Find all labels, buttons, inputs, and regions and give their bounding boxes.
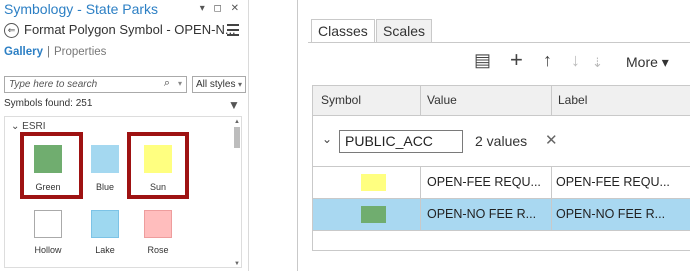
classes-grid: Symbol Value Label ⌄ PUBLIC_ACC 2 values… [312, 85, 690, 251]
move-down-icon[interactable]: ↓ [571, 50, 580, 71]
scroll-up-icon[interactable]: ▲ [233, 119, 241, 126]
search-input[interactable]: Type here to search ⌕ ▾ [4, 76, 187, 93]
tab-scales[interactable]: Scales [376, 19, 433, 43]
symbol-swatch-rose[interactable] [144, 210, 172, 238]
symbol-swatch-lake[interactable] [91, 210, 119, 238]
cell-divider [551, 167, 552, 198]
filter-icon[interactable]: ▼ [228, 98, 240, 112]
class-value[interactable]: OPEN-NO FEE R... [427, 207, 536, 221]
remove-field-icon[interactable]: ✕ [545, 131, 558, 149]
gallery-tabs: Gallery | Properties [4, 46, 106, 58]
symbol-swatch-blue[interactable] [91, 145, 119, 173]
style-select-value: All styles [196, 79, 236, 90]
menu-icon[interactable] [227, 24, 239, 39]
tab-gallery[interactable]: Gallery [4, 46, 43, 58]
table-row[interactable]: OPEN-FEE REQU... OPEN-FEE REQU... [313, 167, 690, 199]
scroll-thumb[interactable] [234, 127, 240, 148]
move-up-icon[interactable]: ↑ [543, 50, 552, 71]
scroll-down-icon[interactable]: ▼ [233, 261, 241, 267]
chevron-down-icon: ▾ [237, 80, 242, 89]
column-header-label[interactable]: Label [558, 93, 587, 107]
style-select[interactable]: All styles ▾ [192, 76, 246, 93]
highlight-box-sun [127, 132, 189, 199]
add-class-icon[interactable]: + [510, 47, 523, 73]
column-divider[interactable] [551, 86, 552, 115]
column-header-value[interactable]: Value [427, 93, 457, 107]
symbol-label-lake: Lake [95, 245, 115, 255]
more-menu-button[interactable]: More ▾ [626, 54, 669, 71]
search-placeholder: Type here to search [9, 79, 98, 90]
grid-header: Symbol Value Label [313, 86, 690, 116]
back-button[interactable]: ⇐ [4, 23, 19, 38]
table-row[interactable]: OPEN-NO FEE R... OPEN-NO FEE R... [313, 199, 690, 231]
tab-divider [308, 42, 690, 43]
symbology-pane: Symbology - State Parks ▾ ◻ ✕ ⇐ Format P… [0, 0, 249, 271]
field-name-box[interactable]: PUBLIC_ACC [339, 130, 463, 153]
symbol-swatch-hollow[interactable] [34, 210, 62, 238]
pane-window-controls[interactable]: ▾ ◻ ✕ [200, 3, 242, 14]
field-group-row: ⌄ PUBLIC_ACC 2 values ✕ [313, 116, 690, 167]
symbol-label-hollow: Hollow [34, 245, 62, 255]
search-chevron-down-icon[interactable]: ▾ [178, 76, 182, 91]
column-divider[interactable] [420, 86, 421, 115]
add-from-file-icon[interactable]: ▤ [474, 50, 491, 71]
class-symbol-swatch[interactable] [361, 174, 386, 191]
symbol-label-rose: Rose [147, 245, 169, 255]
class-symbol-swatch[interactable] [361, 206, 386, 223]
collapse-chevron-icon[interactable]: ⌄ [322, 132, 332, 146]
gallery-scrollbar[interactable]: ▲ ▼ [233, 119, 241, 267]
cell-divider [420, 167, 421, 198]
search-icon[interactable]: ⌕ [164, 76, 170, 91]
class-label[interactable]: OPEN-NO FEE R... [556, 207, 665, 221]
move-to-bottom-icon[interactable]: ⇣ [592, 55, 603, 71]
symbol-label-blue: Blue [95, 182, 114, 192]
pane-title: Symbology - State Parks [4, 1, 159, 17]
cell-divider [420, 199, 421, 230]
classes-pane: Classes Scales ▤ + ↑ ↓ ⇣ More ▾ Symbol V… [297, 0, 690, 271]
tab-properties[interactable]: Properties [54, 46, 106, 58]
tab-separator: | [47, 46, 50, 58]
highlight-box-green [20, 132, 83, 199]
tab-classes[interactable]: Classes [311, 19, 375, 43]
column-header-symbol[interactable]: Symbol [321, 93, 361, 107]
value-count: 2 values [475, 133, 528, 149]
format-symbol-title: Format Polygon Symbol - OPEN-N... [24, 22, 236, 37]
symbol-gallery: ⌄ ESRI ▲ ▼ Green Blue Sun Hollow Lake Ro… [4, 116, 242, 268]
gallery-group-header[interactable]: ⌄ ESRI [11, 121, 46, 132]
symbols-found-count: Symbols found: 251 [4, 98, 93, 109]
class-value[interactable]: OPEN-FEE REQU... [427, 175, 541, 189]
cell-divider [551, 199, 552, 230]
class-label[interactable]: OPEN-FEE REQU... [556, 175, 670, 189]
